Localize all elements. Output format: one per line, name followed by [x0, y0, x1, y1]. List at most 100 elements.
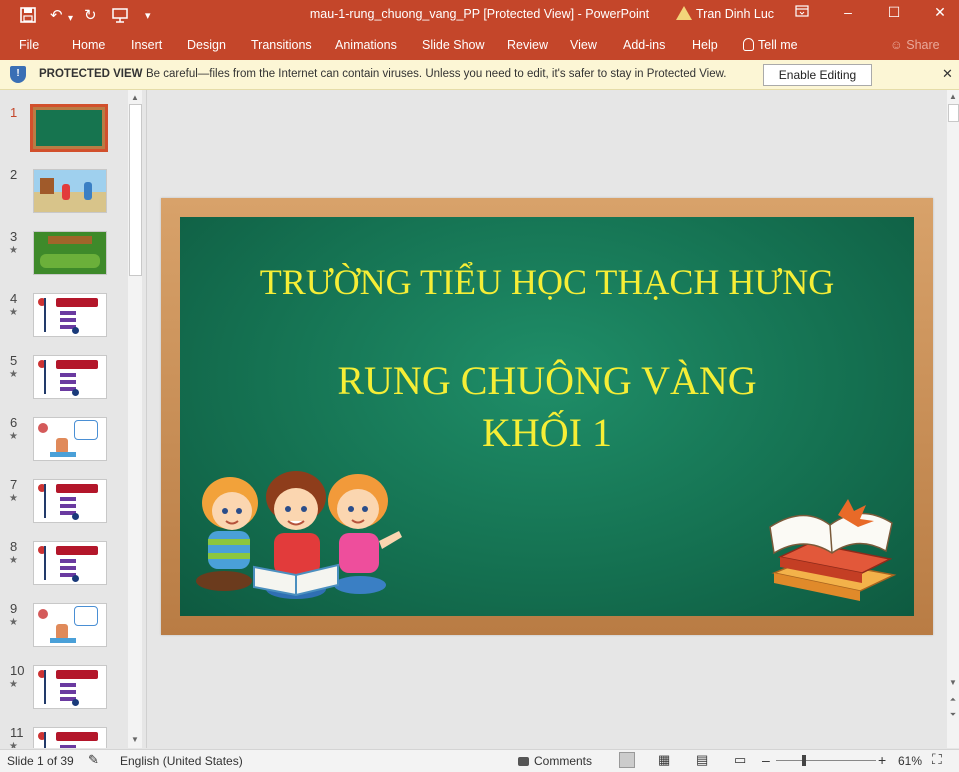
reading-view-icon[interactable]: ▤ — [696, 752, 708, 768]
slide-number: 1 — [10, 105, 18, 120]
slide-thumbnail[interactable]: 4 ★ — [0, 291, 128, 353]
thumbnail-preview[interactable] — [33, 355, 107, 399]
zoom-out-icon[interactable]: – — [762, 752, 770, 768]
slide-number: 9 — [10, 601, 18, 616]
slide-number: 10 — [10, 663, 25, 678]
thumbnail-preview[interactable] — [33, 479, 107, 523]
slideshow-view-icon[interactable]: ▭ — [734, 752, 746, 768]
slide-number: 5 — [10, 353, 18, 368]
protected-view-message: Be careful—files from the Internet can c… — [146, 68, 727, 80]
ribbon-tabs: File Home Insert Design Transitions Anim… — [0, 32, 959, 60]
slide-thumbnail[interactable]: 5 ★ — [0, 353, 128, 415]
slide-counter[interactable]: Slide 1 of 39 — [7, 754, 74, 768]
slide-thumbnail[interactable]: 6 ★ — [0, 415, 128, 477]
slide-thumbnail[interactable]: 1 — [0, 104, 128, 167]
slide-number: 4 — [10, 291, 18, 306]
tab-animations[interactable]: Animations — [335, 38, 397, 52]
share-label: Share — [906, 38, 940, 52]
start-slideshow-icon[interactable] — [112, 7, 130, 28]
scroll-down-icon[interactable]: ▼ — [947, 678, 959, 687]
slide-thumbnail[interactable]: 9 ★ — [0, 601, 128, 663]
fit-to-window-icon[interactable]: ⛶ — [932, 751, 942, 768]
minimize-icon[interactable]: – — [833, 4, 863, 20]
thumbnail-preview[interactable] — [33, 169, 107, 213]
grade-title: KHỐI 1 — [482, 410, 612, 455]
slide-number: 3 — [10, 229, 18, 244]
thumbnail-preview[interactable] — [33, 727, 107, 748]
zoom-in-icon[interactable]: + — [878, 752, 886, 768]
slide-thumbnail[interactable]: 8 ★ — [0, 539, 128, 601]
warning-icon — [676, 6, 692, 20]
normal-view-icon[interactable] — [619, 752, 635, 768]
save-icon[interactable] — [20, 7, 36, 28]
main-scrollbar[interactable]: ▲ ▼ ⏶ ⏷ — [947, 90, 959, 748]
tab-add-ins[interactable]: Add-ins — [623, 38, 665, 52]
person-icon: ☺ — [890, 38, 903, 52]
undo-icon[interactable]: ↶ — [50, 7, 63, 25]
tab-file[interactable]: File — [19, 38, 39, 52]
school-name-title: TRƯỜNG TIỂU HỌC THẠCH HƯNG — [259, 262, 835, 302]
scrollbar-thumb[interactable] — [948, 104, 959, 122]
close-icon[interactable]: ✕ — [925, 4, 955, 21]
slide-sorter-icon[interactable]: ▦ — [658, 752, 670, 768]
thumbnail-preview[interactable] — [33, 231, 107, 275]
slide-canvas[interactable]: TRƯỜNG TIỂU HỌC THẠCH HƯNG RUNG CHUÔNG V… — [161, 198, 933, 635]
scroll-up-icon[interactable]: ▲ — [128, 93, 142, 102]
scrollbar-thumb[interactable] — [129, 104, 142, 276]
scroll-down-icon[interactable]: ▼ — [128, 735, 142, 744]
tab-transitions[interactable]: Transitions — [251, 38, 312, 52]
slide-thumbnail[interactable]: 10 ★ — [0, 663, 128, 725]
user-name: Tran Dinh Luc — [696, 7, 775, 21]
tab-slide-show[interactable]: Slide Show — [422, 38, 485, 52]
slide-thumbnail[interactable]: 3 ★ — [0, 229, 128, 291]
previous-slide-icon[interactable]: ⏶ — [947, 695, 959, 705]
thumbnail-preview[interactable] — [33, 603, 107, 647]
animation-star-icon: ★ — [9, 245, 18, 256]
slide-number: 8 — [10, 539, 18, 554]
contest-title: RUNG CHUÔNG VÀNG — [337, 358, 757, 403]
tab-review[interactable]: Review — [507, 38, 548, 52]
share-button[interactable]: ☺ Share — [890, 38, 940, 52]
language-indicator[interactable]: English (United States) — [120, 754, 243, 768]
animation-star-icon: ★ — [9, 369, 18, 380]
comments-label: Comments — [534, 754, 593, 768]
zoom-level[interactable]: 61% — [898, 754, 922, 768]
slide-thumbnail[interactable]: 2 — [0, 167, 128, 229]
scroll-up-icon[interactable]: ▲ — [947, 92, 959, 101]
comments-button[interactable]: Comments — [518, 754, 592, 768]
close-bar-icon[interactable]: ✕ — [942, 66, 953, 82]
thumbnail-preview[interactable] — [33, 541, 107, 585]
zoom-slider-thumb[interactable] — [802, 755, 806, 766]
thumbnail-preview[interactable] — [33, 417, 107, 461]
user-account[interactable]: Tran Dinh Luc — [676, 6, 774, 21]
notes-edit-icon[interactable]: ✎ — [88, 752, 99, 768]
shield-icon: ! — [10, 66, 26, 83]
slide-thumbnail[interactable]: 11 ★ — [0, 725, 128, 748]
zoom-slider[interactable] — [776, 755, 876, 766]
ribbon-display-options-icon[interactable] — [787, 4, 817, 20]
maximize-icon[interactable]: ☐ — [879, 4, 909, 21]
thumbnail-preview[interactable] — [33, 665, 107, 709]
tab-view[interactable]: View — [570, 38, 597, 52]
next-slide-icon[interactable]: ⏷ — [947, 710, 959, 720]
tell-me-box[interactable]: Tell me — [743, 38, 798, 52]
tab-home[interactable]: Home — [72, 38, 105, 52]
tab-design[interactable]: Design — [187, 38, 226, 52]
slide-thumbnails-pane: 1 2 3 ★ 4 ★ 5 ★ 6 ★ 7 ★ 8 ★ 9 ★ 10 ★ 11 ★ — [0, 90, 147, 748]
enable-editing-button[interactable]: Enable Editing — [763, 64, 872, 86]
children-reading-illustration — [196, 471, 402, 599]
slide-thumbnail[interactable]: 7 ★ — [0, 477, 128, 539]
protected-view-bar: ! PROTECTED VIEW Be careful—files from t… — [0, 60, 959, 90]
customize-toolbar-icon[interactable]: ▾ — [145, 7, 151, 25]
animation-star-icon: ★ — [9, 307, 18, 318]
tab-insert[interactable]: Insert — [131, 38, 162, 52]
slide-number: 11 — [10, 725, 24, 740]
title-bar: ↶ ▾ ↻ ▾ mau-1-rung_chuong_vang_PP [Prote… — [0, 0, 959, 32]
redo-icon[interactable]: ↻ — [84, 7, 97, 25]
thumbnail-preview[interactable] — [33, 293, 107, 337]
animation-star-icon: ★ — [9, 679, 18, 690]
thumbnails-scrollbar[interactable]: ▲ ▼ — [128, 90, 142, 748]
undo-dropdown-icon[interactable]: ▾ — [68, 10, 73, 28]
tab-help[interactable]: Help — [692, 38, 718, 52]
thumbnail-preview[interactable] — [30, 104, 108, 152]
